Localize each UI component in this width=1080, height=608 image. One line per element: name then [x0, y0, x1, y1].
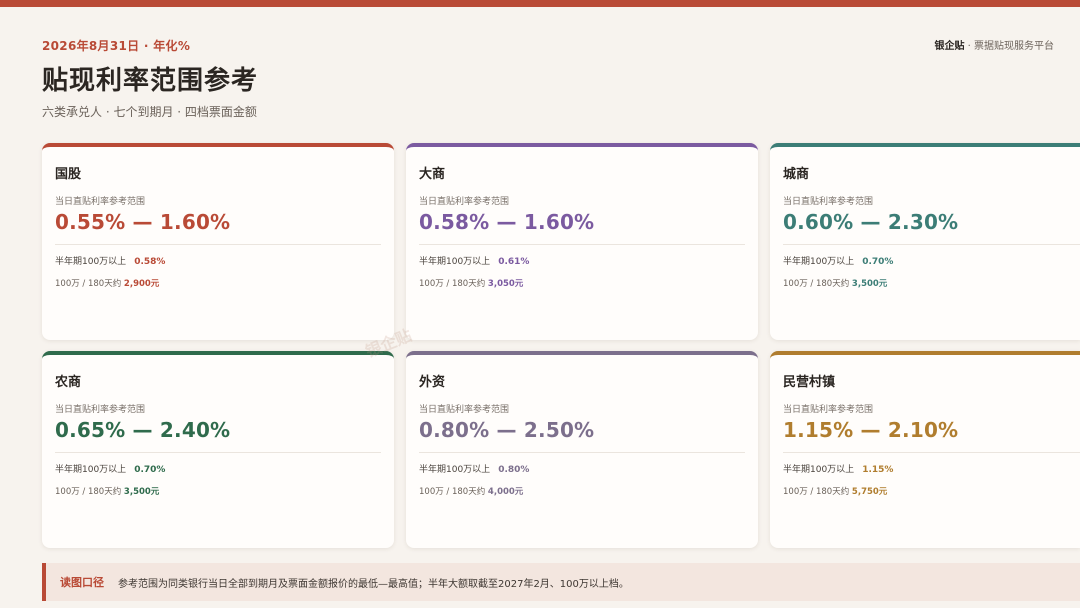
- page-title: 贴现利率范围参考: [42, 66, 259, 96]
- card-halfyear-row: 半年期100万以上 1.15%: [783, 462, 1067, 475]
- cost-label: 100万 / 180天约: [55, 487, 124, 497]
- halfyear-label: 半年期100万以上: [419, 465, 491, 475]
- card-label: 当日直贴利率参考范围: [419, 197, 510, 207]
- halfyear-label: 半年期100万以上: [55, 465, 127, 475]
- card-rate-range: 0.80% — 2.50%: [419, 418, 595, 442]
- card-rate-range: 0.60% — 2.30%: [783, 210, 959, 234]
- halfyear-label: 半年期100万以上: [55, 257, 127, 267]
- brand: 银企贴 · 票据贴现服务平台: [934, 37, 1054, 52]
- card-halfyear-row: 半年期100万以上 0.61%: [419, 254, 745, 267]
- card-dashang: 大商 当日直贴利率参考范围 0.58% — 1.60% 半年期100万以上 0.6…: [406, 143, 758, 340]
- cost-value: 5,750元: [851, 487, 888, 497]
- card-cost-row: 100万 / 180天约 5,750元: [783, 485, 1067, 497]
- cost-label: 100万 / 180天约: [783, 487, 852, 497]
- card-cost-row: 100万 / 180天约 2,900元: [55, 277, 381, 289]
- halfyear-label: 半年期100万以上: [783, 465, 855, 475]
- halfyear-label: 半年期100万以上: [783, 257, 855, 267]
- card-rate-range: 0.58% — 1.60%: [419, 210, 595, 234]
- card-divider: [783, 244, 1080, 245]
- card-halfyear-row: 半年期100万以上 0.70%: [55, 462, 381, 475]
- cost-label: 100万 / 180天约: [419, 279, 488, 289]
- halfyear-rate: 0.70%: [862, 257, 894, 267]
- card-rate-range: 0.65% — 2.40%: [55, 418, 231, 442]
- card-divider: [419, 452, 745, 453]
- cost-label: 100万 / 180天约: [55, 279, 124, 289]
- card-waizi: 外资 当日直贴利率参考范围 0.80% — 2.50% 半年期100万以上 0.8…: [406, 351, 758, 548]
- top-accent-bar: [0, 0, 1080, 7]
- halfyear-rate: 0.80%: [498, 465, 530, 475]
- halfyear-rate: 1.15%: [862, 465, 894, 475]
- card-name: 大商: [419, 167, 446, 182]
- card-name: 国股: [55, 167, 82, 182]
- cost-value: 2,900元: [123, 279, 160, 289]
- cost-label: 100万 / 180天约: [419, 487, 488, 497]
- cost-label: 100万 / 180天约: [783, 279, 852, 289]
- cost-value: 3,500元: [851, 279, 888, 289]
- card-divider: [55, 452, 381, 453]
- card-label: 当日直贴利率参考范围: [55, 197, 146, 207]
- card-divider: [55, 244, 381, 245]
- card-label: 当日直贴利率参考范围: [55, 405, 146, 415]
- brand-name: 银企贴: [934, 41, 965, 52]
- card-guogu: 国股 当日直贴利率参考范围 0.55% — 1.60% 半年期100万以上 0.5…: [42, 143, 394, 340]
- card-name: 城商: [783, 167, 810, 182]
- card-rate-range: 1.15% — 2.10%: [783, 418, 959, 442]
- card-rate-range: 0.55% — 1.60%: [55, 210, 231, 234]
- reading-note: 读图口径 参考范围为同类银行当日全部到期月及票面金额报价的最低—最高值；半年大额…: [42, 563, 1080, 601]
- page-subtitle: 六类承兑人 · 七个到期月 · 四档票面金额: [42, 105, 257, 119]
- card-divider: [783, 452, 1080, 453]
- brand-tagline: · 票据贴现服务平台: [964, 41, 1054, 52]
- date-line: 2026年8月31日 · 年化%: [42, 39, 191, 53]
- note-text: 参考范围为同类银行当日全部到期月及票面金额报价的最低—最高值；半年大额取截至20…: [118, 578, 629, 590]
- card-halfyear-row: 半年期100万以上 0.80%: [419, 462, 745, 475]
- halfyear-rate: 0.61%: [498, 257, 530, 267]
- card-name: 民营村镇: [783, 375, 836, 390]
- card-minying-cunzhen: 民营村镇 当日直贴利率参考范围 1.15% — 2.10% 半年期100万以上 1…: [770, 351, 1080, 548]
- card-divider: [419, 244, 745, 245]
- card-cost-row: 100万 / 180天约 4,000元: [419, 485, 745, 497]
- halfyear-rate: 0.70%: [134, 465, 166, 475]
- card-name: 农商: [55, 375, 82, 390]
- cost-value: 3,050元: [487, 279, 524, 289]
- card-name: 外资: [419, 375, 446, 390]
- card-chengshang: 城商 当日直贴利率参考范围 0.60% — 2.30% 半年期100万以上 0.7…: [770, 143, 1080, 340]
- card-label: 当日直贴利率参考范围: [419, 405, 510, 415]
- card-nongshang: 农商 当日直贴利率参考范围 0.65% — 2.40% 半年期100万以上 0.7…: [42, 351, 394, 548]
- card-halfyear-row: 半年期100万以上 0.58%: [55, 254, 381, 267]
- card-label: 当日直贴利率参考范围: [783, 405, 874, 415]
- cost-value: 3,500元: [123, 487, 160, 497]
- card-label: 当日直贴利率参考范围: [783, 197, 874, 207]
- card-cost-row: 100万 / 180天约 3,500元: [783, 277, 1067, 289]
- card-halfyear-row: 半年期100万以上 0.70%: [783, 254, 1067, 267]
- note-title: 读图口径: [60, 576, 104, 589]
- halfyear-rate: 0.58%: [134, 257, 166, 267]
- cost-value: 4,000元: [487, 487, 524, 497]
- card-cost-row: 100万 / 180天约 3,500元: [55, 485, 381, 497]
- halfyear-label: 半年期100万以上: [419, 257, 491, 267]
- card-cost-row: 100万 / 180天约 3,050元: [419, 277, 745, 289]
